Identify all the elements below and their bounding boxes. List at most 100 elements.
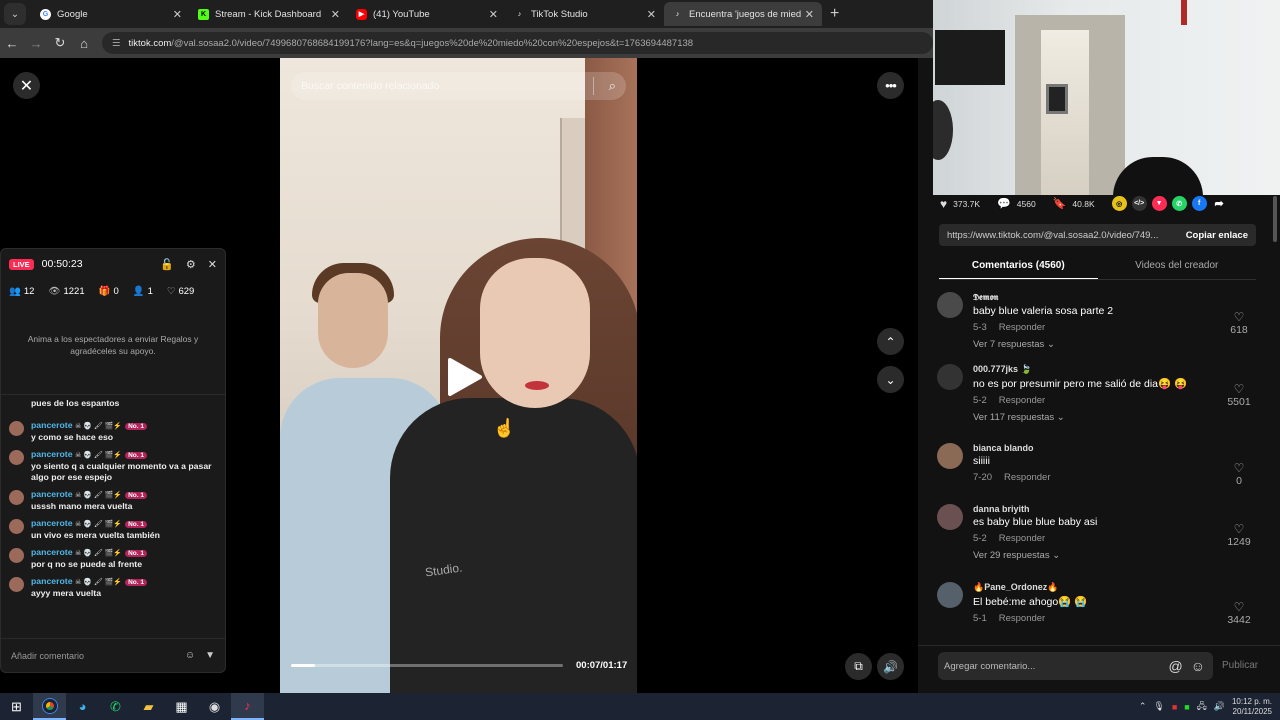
emoji-icon[interactable]: ☺ xyxy=(1191,658,1205,674)
video-link[interactable]: https://www.tiktok.com/@val.sosaa2.0/vid… xyxy=(947,230,1158,241)
live-comment-input[interactable]: Añadir comentario ☺ ▼ xyxy=(1,638,225,672)
comment-like[interactable]: ♡ 5501 xyxy=(1224,382,1254,408)
app-tray-icon[interactable]: ■ xyxy=(1172,702,1177,712)
network-icon[interactable]: 🖧 xyxy=(1197,699,1207,715)
avatar[interactable] xyxy=(9,519,24,534)
like-action[interactable]: ♥ 373.7K xyxy=(940,197,980,211)
clock[interactable]: 10:12 p. m. 20/11/2025 xyxy=(1232,697,1272,717)
view-replies-button[interactable]: Ver 117 respuestas ⌄ xyxy=(973,412,1187,423)
avatar[interactable] xyxy=(9,450,24,465)
avatar[interactable] xyxy=(937,364,963,390)
avatar[interactable] xyxy=(9,421,24,436)
avatar[interactable] xyxy=(9,490,24,505)
next-video-button[interactable]: ⌄ xyxy=(877,366,904,393)
tab-kick[interactable]: K Stream - Kick Dashboard ✕ xyxy=(190,2,348,26)
forward-icon[interactable]: → xyxy=(24,36,48,51)
comment-like[interactable]: ♡ 0 xyxy=(1224,461,1254,487)
lock-icon[interactable]: 🔓 xyxy=(160,258,174,271)
tab-comments[interactable]: Comentarios (4560) xyxy=(939,256,1098,280)
send-icon[interactable]: ▼ xyxy=(1151,196,1167,211)
home-icon[interactable]: ⌂ xyxy=(72,36,96,51)
chat-username[interactable]: pancerote xyxy=(31,489,73,499)
tab-close-icon[interactable]: ✕ xyxy=(173,8,182,21)
play-icon[interactable] xyxy=(444,357,484,397)
comment-like[interactable]: ♡ 1249 xyxy=(1224,522,1254,548)
comment-like[interactable]: ♡ 618 xyxy=(1224,310,1254,336)
view-replies-button[interactable]: Ver 29 respuestas ⌄ xyxy=(973,550,1097,561)
share-icon[interactable]: ➦ xyxy=(1212,196,1227,211)
tab-close-icon[interactable]: ✕ xyxy=(331,8,340,21)
chat-username[interactable]: pancerote xyxy=(31,518,73,528)
app-tray-icon[interactable]: ■ xyxy=(1184,702,1189,712)
comment-username[interactable]: bianca blando xyxy=(973,443,1051,453)
comment-like[interactable]: ♡ 3442 xyxy=(1224,600,1254,626)
file-explorer-icon[interactable]: ▰ xyxy=(132,693,165,720)
search-icon[interactable]: ⌕ xyxy=(609,78,616,94)
whatsapp-icon[interactable]: ✆ xyxy=(99,693,132,720)
chevron-up-icon[interactable]: ⌃ xyxy=(1139,701,1147,712)
tab-close-icon[interactable]: ✕ xyxy=(805,8,814,21)
filter-icon[interactable]: ▼ xyxy=(205,650,215,661)
reply-button[interactable]: Responder xyxy=(1004,472,1050,483)
avatar[interactable] xyxy=(9,548,24,563)
tab-youtube[interactable]: ▶ (41) YouTube ✕ xyxy=(348,2,506,26)
tab-close-icon[interactable]: ✕ xyxy=(647,8,656,21)
avatar[interactable] xyxy=(9,577,24,592)
avatar[interactable] xyxy=(937,582,963,608)
publish-button[interactable]: Publicar xyxy=(1222,660,1258,671)
comment-username[interactable]: 🔥Pane_Ordonez🔥 xyxy=(973,582,1087,593)
tab-google[interactable]: G Google ✕ xyxy=(32,2,190,26)
obs-icon[interactable]: ◉ xyxy=(198,693,231,720)
windows-start-icon[interactable]: ⊞ xyxy=(0,693,33,720)
avatar[interactable] xyxy=(937,504,963,530)
facebook-icon[interactable]: f xyxy=(1191,196,1207,211)
previous-video-button[interactable]: ⌃ xyxy=(877,328,904,355)
back-icon[interactable]: ← xyxy=(0,36,24,51)
settings-icon[interactable]: ⚙ xyxy=(186,258,196,271)
microphone-icon[interactable]: 🎙 xyxy=(1153,701,1164,712)
reply-button[interactable]: Responder xyxy=(999,322,1045,333)
close-video-button[interactable]: ✕ xyxy=(13,72,40,99)
volume-icon[interactable]: 🔊 xyxy=(1214,701,1225,712)
reply-button[interactable]: Responder xyxy=(999,533,1045,544)
site-info-icon[interactable]: ☰ xyxy=(112,38,121,49)
edge-icon[interactable]: ◕ xyxy=(66,693,99,720)
store-icon[interactable]: ▦ xyxy=(165,693,198,720)
tab-search-icon[interactable]: ⌄ xyxy=(4,3,26,25)
new-tab-icon[interactable]: + xyxy=(830,5,839,23)
related-search-input[interactable]: Buscar contenido relacionado ⌕ xyxy=(291,72,626,100)
tab-tiktok-studio[interactable]: ♪ TikTok Studio ✕ xyxy=(506,2,664,26)
save-action[interactable]: 🔖 40.8K xyxy=(1053,197,1095,210)
chat-username[interactable]: pancerote xyxy=(31,576,73,586)
chat-username[interactable]: pancerote xyxy=(31,547,73,557)
picture-in-picture-button[interactable]: ⧉ xyxy=(845,653,872,680)
add-comment-input[interactable]: Agregar comentario... @ ☺ xyxy=(938,652,1213,680)
tiktok-icon[interactable]: ♪ xyxy=(231,693,264,720)
comment-username[interactable]: 𝕯𝖊𝖒𝖔𝖓 xyxy=(973,292,1113,303)
embed-icon[interactable]: </> xyxy=(1131,196,1147,211)
tab-close-icon[interactable]: ✕ xyxy=(489,8,498,21)
address-bar[interactable]: ☰ tiktok.com/@val.sosaa2.0/video/7499680… xyxy=(102,32,933,54)
reload-icon[interactable]: ↻ xyxy=(48,35,72,51)
avatar[interactable] xyxy=(937,443,963,469)
whatsapp-icon[interactable]: ✆ xyxy=(1171,196,1187,211)
reply-button[interactable]: Responder xyxy=(999,613,1045,624)
reply-button[interactable]: Responder xyxy=(999,395,1045,406)
volume-button[interactable]: 🔊 xyxy=(877,653,904,680)
coin-icon[interactable]: ◎ xyxy=(1111,196,1127,211)
comment-username[interactable]: danna briyith xyxy=(973,504,1097,514)
comment-action[interactable]: 💬 4560 xyxy=(997,197,1036,210)
chat-username[interactable]: pancerote xyxy=(31,449,73,459)
video-progress-bar[interactable] xyxy=(291,664,563,667)
chat-username[interactable]: pancerote xyxy=(31,420,73,430)
comment-username[interactable]: 000.777jks 🍃 xyxy=(973,364,1187,375)
avatar[interactable] xyxy=(937,292,963,318)
mention-icon[interactable]: @ xyxy=(1168,658,1182,674)
chrome-icon[interactable] xyxy=(33,693,66,720)
copy-link-button[interactable]: Copiar enlace xyxy=(1177,229,1256,241)
more-options-button[interactable]: ••• xyxy=(877,72,904,99)
tab-creator-videos[interactable]: Videos del creador xyxy=(1098,256,1257,280)
emoji-icon[interactable]: ☺ xyxy=(185,650,195,661)
tab-tiktok-search[interactable]: ♪ Encuentra 'juegos de miedo co ✕ xyxy=(664,2,822,26)
close-icon[interactable]: ✕ xyxy=(208,258,217,271)
